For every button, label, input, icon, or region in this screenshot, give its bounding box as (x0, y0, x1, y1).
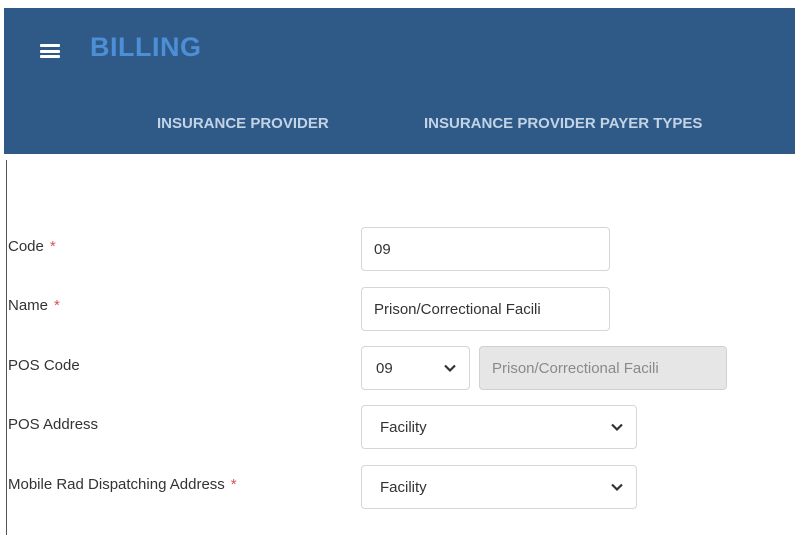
chevron-down-icon (611, 423, 623, 432)
required-marker: * (49, 238, 56, 255)
code-input[interactable]: 09 (361, 227, 610, 271)
pos-code-selected-value: 09 (376, 359, 393, 377)
app-header: BILLING INSURANCE PROVIDER INSURANCE PRO… (4, 8, 795, 154)
tab-insurance-provider[interactable]: INSURANCE PROVIDER (157, 115, 329, 132)
pos-code-select[interactable]: 09 (361, 346, 470, 390)
hamburger-menu-icon[interactable] (40, 44, 60, 58)
required-marker: * (54, 297, 60, 314)
required-marker: * (230, 476, 237, 493)
left-divider (6, 160, 7, 535)
chevron-down-icon (611, 483, 623, 492)
mobile-rad-dispatching-address-selected-value: Facility (380, 478, 427, 496)
name-label: Name * (8, 297, 60, 314)
pos-description-field: Prison/Correctional Facili (479, 346, 727, 390)
mobile-rad-dispatching-address-select[interactable]: Facility (361, 465, 637, 509)
code-label: Code * (8, 238, 56, 255)
app-title[interactable]: BILLING (90, 32, 202, 63)
tab-insurance-provider-payer-types[interactable]: INSURANCE PROVIDER PAYER TYPES (424, 115, 702, 132)
name-input[interactable]: Prison/Correctional Facili (361, 287, 610, 331)
pos-address-select[interactable]: Facility (361, 405, 637, 449)
pos-code-label: POS Code (8, 357, 80, 374)
pos-address-label: POS Address (8, 416, 99, 433)
mobile-rad-dispatching-address-label: Mobile Rad Dispatching Address * (8, 476, 237, 493)
pos-address-selected-value: Facility (380, 418, 427, 436)
chevron-down-icon (444, 364, 456, 373)
